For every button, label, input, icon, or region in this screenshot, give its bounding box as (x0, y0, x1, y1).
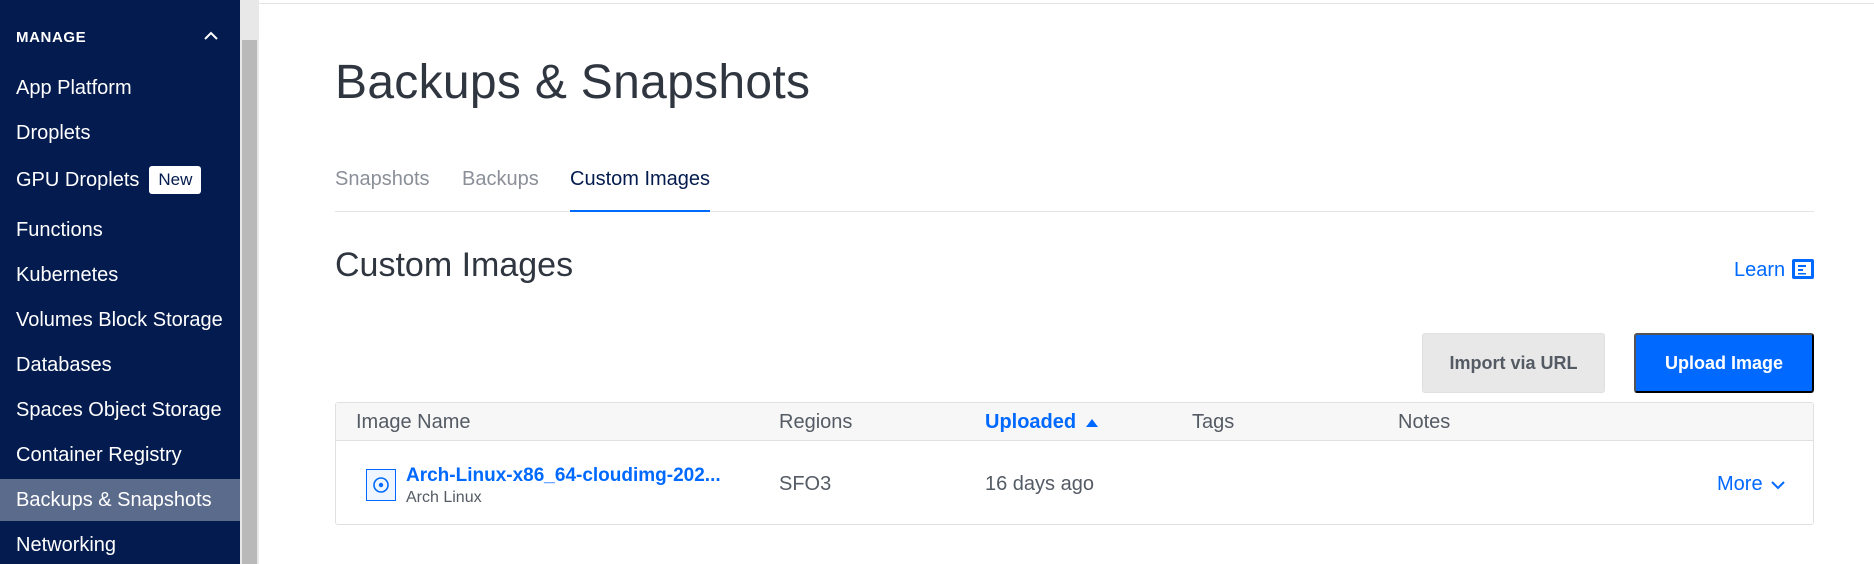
column-header-image-name[interactable]: Image Name (356, 411, 471, 434)
custom-images-table: Image Name Regions Uploaded Tags Notes A… (335, 402, 1814, 525)
sidebar-item-droplets[interactable]: Droplets (0, 112, 240, 154)
sidebar-item-label: Kubernetes (16, 263, 119, 286)
sidebar-item-label: Spaces Object Storage (16, 398, 222, 421)
table-row: Arch-Linux-x86_64-cloudimg-202... Arch L… (336, 441, 1813, 524)
sidebar-item-databases[interactable]: Databases (0, 344, 240, 386)
sidebar-scrollbar-thumb[interactable] (242, 40, 257, 564)
sidebar-item-label: Functions (16, 218, 103, 241)
sidebar-item-label: Container Registry (16, 443, 182, 466)
sidebar-item-label: App Platform (16, 76, 132, 99)
column-header-uploaded[interactable]: Uploaded (985, 411, 1099, 434)
sidebar-item-label: GPU Droplets (16, 168, 140, 191)
import-via-url-button[interactable]: Import via URL (1422, 333, 1605, 393)
tab-snapshots[interactable]: Snapshots (335, 168, 430, 212)
sidebar-item-backups-snapshots[interactable]: Backups & Snapshots (0, 479, 240, 521)
tab-backups[interactable]: Backups (462, 168, 539, 212)
docs-icon (1791, 258, 1815, 282)
tab-custom-images[interactable]: Custom Images (570, 168, 711, 212)
top-divider (259, 3, 1874, 4)
sidebar-item-networking[interactable]: Networking (0, 524, 240, 564)
image-distribution: Arch Linux (406, 489, 482, 506)
chevron-down-icon (1763, 473, 1785, 496)
sidebar-item-label: Networking (16, 533, 117, 556)
table-header: Image Name Regions Uploaded Tags Notes (336, 403, 1813, 441)
tab-bar: Snapshots Backups Custom Images (335, 160, 1814, 212)
column-header-tags[interactable]: Tags (1192, 411, 1234, 434)
learn-label: Learn (1734, 258, 1786, 281)
sidebar-item-label: Backups & Snapshots (16, 488, 212, 511)
sidebar-item-gpu-droplets[interactable]: GPU Droplets New (0, 159, 240, 201)
sidebar-item-container-registry[interactable]: Container Registry (0, 434, 240, 476)
learn-link[interactable]: Learn (1734, 258, 1815, 282)
sidebar-item-label: Volumes Block Storage (16, 308, 223, 331)
sort-asc-icon (1086, 418, 1099, 427)
column-header-uploaded-label: Uploaded (985, 411, 1077, 433)
sidebar-section-header[interactable]: MANAGE (16, 24, 218, 50)
sidebar-item-functions[interactable]: Functions (0, 209, 240, 251)
image-region: SFO3 (779, 473, 832, 495)
sidebar-section-title: MANAGE (16, 28, 87, 46)
new-badge: New (149, 166, 202, 194)
chevron-up-icon[interactable] (204, 31, 218, 43)
page-title: Backups & Snapshots (335, 56, 811, 109)
upload-image-button[interactable]: Upload Image (1634, 333, 1814, 393)
image-uploaded: 16 days ago (985, 473, 1094, 495)
sidebar-item-spaces[interactable]: Spaces Object Storage (0, 389, 240, 431)
sidebar-item-kubernetes[interactable]: Kubernetes (0, 254, 240, 296)
disk-image-icon (366, 469, 396, 501)
more-label: More (1717, 473, 1763, 495)
more-dropdown[interactable]: More (1717, 473, 1785, 496)
sidebar-item-label: Droplets (16, 121, 91, 144)
sidebar-item-label: Databases (16, 353, 112, 376)
section-title: Custom Images (335, 246, 574, 284)
main-content: Backups & Snapshots Snapshots Backups Cu… (259, 0, 1874, 564)
column-header-regions[interactable]: Regions (779, 411, 852, 434)
image-name-link[interactable]: Arch-Linux-x86_64-cloudimg-202... (406, 465, 721, 487)
sidebar-item-app-platform[interactable]: App Platform (0, 67, 240, 109)
sidebar-item-volumes[interactable]: Volumes Block Storage (0, 299, 240, 341)
column-header-notes[interactable]: Notes (1398, 411, 1450, 434)
sidebar: MANAGE App Platform Droplets GPU Droplet… (0, 0, 240, 564)
